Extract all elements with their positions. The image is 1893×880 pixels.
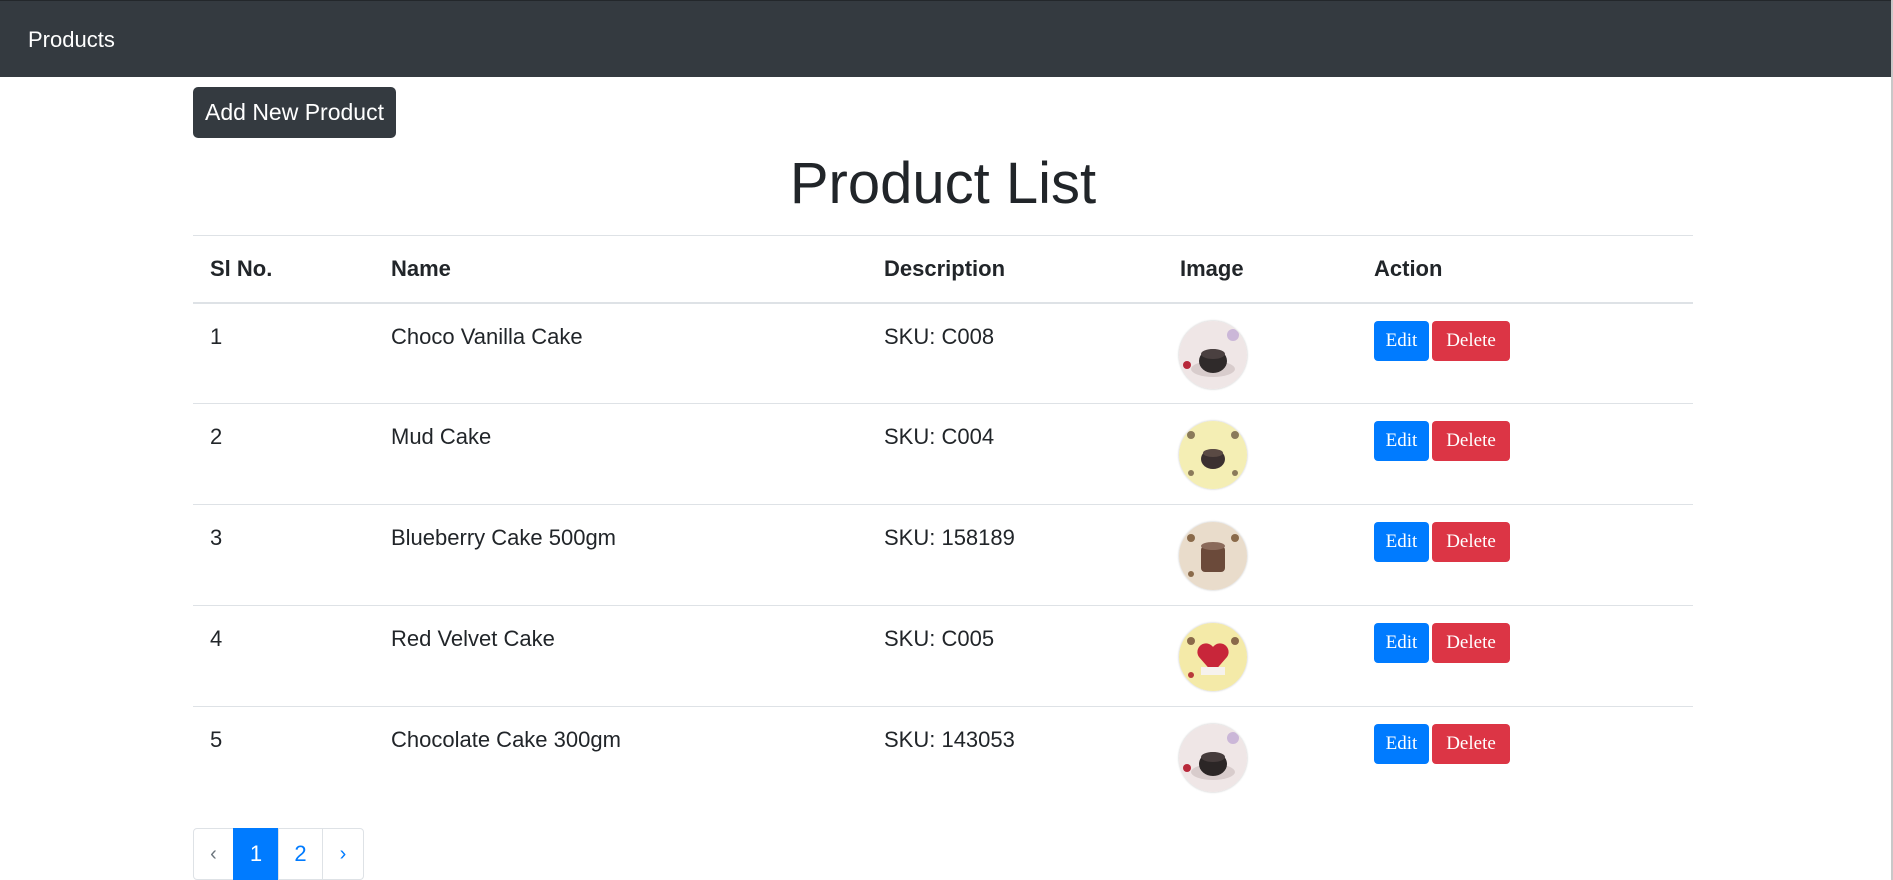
table-row: 3 Blueberry Cake 500gm SKU: 158189 Edit D… (193, 504, 1693, 606)
table-row: 5 Chocolate Cake 300gm SKU: 143053 Edit D… (193, 706, 1693, 808)
cell-image (1163, 403, 1357, 505)
column-header-image: Image (1163, 235, 1357, 304)
navbar-brand[interactable]: Products (28, 27, 115, 53)
cell-sl-no: 5 (193, 706, 374, 808)
pagination: ‹ 1 2 › (193, 828, 364, 880)
product-table: Sl No. Name Description Image Action 1 C… (193, 235, 1693, 808)
cell-sl-no: 3 (193, 504, 374, 606)
cell-name: Red Velvet Cake (374, 605, 867, 707)
cell-action: Edit Delete (1357, 303, 1693, 404)
edit-button[interactable]: Edit (1374, 724, 1429, 764)
top-navbar: Products (0, 0, 1893, 77)
add-new-product-button[interactable]: Add New Product (193, 87, 396, 138)
cell-action: Edit Delete (1357, 504, 1693, 606)
table-row: 4 Red Velvet Cake SKU: C005 Edit Delete (193, 605, 1693, 707)
cell-description: SKU: 143053 (867, 706, 1163, 808)
cell-description: SKU: C005 (867, 605, 1163, 707)
table-row: 2 Mud Cake SKU: C004 Edit Delete (193, 403, 1693, 505)
cell-image (1163, 504, 1357, 606)
pagination-page-1[interactable]: 1 (233, 828, 279, 880)
edit-button[interactable]: Edit (1374, 522, 1429, 562)
delete-button[interactable]: Delete (1432, 522, 1510, 562)
cell-sl-no: 1 (210, 323, 223, 349)
delete-button[interactable]: Delete (1432, 320, 1510, 361)
pagination-prev-button[interactable]: ‹ (193, 828, 234, 880)
cell-name: Mud Cake (374, 403, 867, 505)
cell-name: Blueberry Cake 500gm (374, 504, 867, 606)
edit-button[interactable]: Edit (1374, 421, 1429, 461)
cell-action: Edit Delete (1357, 403, 1693, 505)
cake-thumbnail-icon (1179, 522, 1247, 590)
delete-button[interactable]: Delete (1432, 623, 1510, 663)
cell-sl-no: 4 (193, 605, 374, 707)
cell-name: Choco Vanilla Cake (391, 323, 583, 349)
table-header-row: Sl No. Name Description Image Action (193, 235, 1693, 304)
cell-description: SKU: 158189 (867, 504, 1163, 606)
column-header-name: Name (374, 235, 867, 304)
cake-thumbnail-icon (1179, 421, 1247, 489)
cell-image (1163, 303, 1357, 404)
column-header-action: Action (1357, 235, 1693, 304)
cell-sl-no: 2 (193, 403, 374, 505)
cell-name: Chocolate Cake 300gm (374, 706, 867, 808)
pagination-page-2[interactable]: 2 (278, 828, 323, 880)
cake-thumbnail-icon (1179, 623, 1247, 691)
cake-thumbnail-icon (1179, 724, 1247, 792)
edit-button[interactable]: Edit (1374, 623, 1429, 663)
delete-button[interactable]: Delete (1432, 724, 1510, 764)
cell-action: Edit Delete (1357, 706, 1693, 808)
cell-image (1163, 605, 1357, 707)
cell-description: SKU: C008 (884, 323, 995, 349)
cell-description: SKU: C004 (867, 403, 1163, 505)
delete-button[interactable]: Delete (1432, 421, 1510, 461)
cell-action: Edit Delete (1357, 605, 1693, 707)
column-header-sl-no: Sl No. (193, 235, 374, 304)
page-title: Product List (789, 151, 1097, 216)
cake-thumbnail-icon (1179, 320, 1247, 389)
column-header-description: Description (867, 235, 1163, 304)
cell-image (1163, 706, 1357, 808)
pagination-next-button[interactable]: › (322, 828, 364, 880)
edit-button[interactable]: Edit (1374, 320, 1429, 361)
table-row: 1 Choco Vanilla Cake SKU: C008 Edit Delet… (193, 303, 1693, 404)
